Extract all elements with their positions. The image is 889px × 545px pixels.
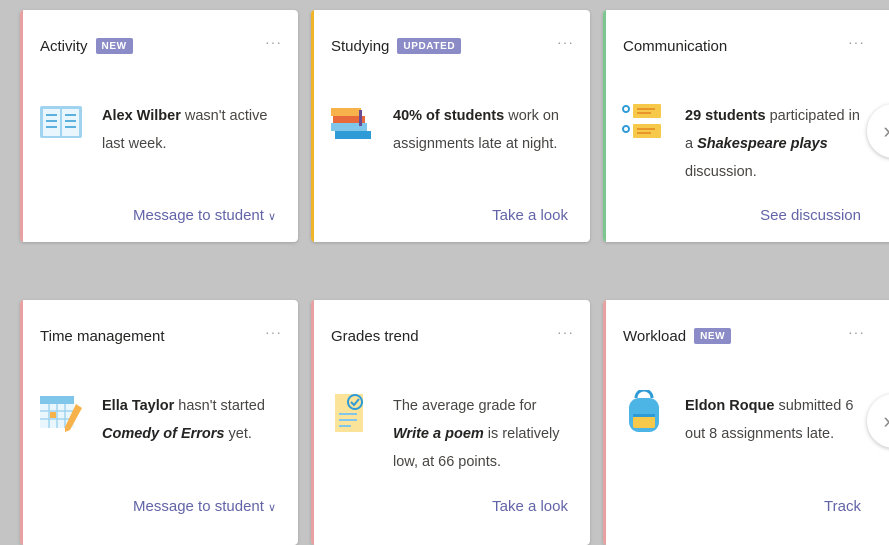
card-accent-bar (20, 300, 23, 545)
graded-paper-icon (335, 394, 363, 432)
card-accent-bar (603, 300, 606, 545)
card-accent-bar (20, 10, 23, 242)
message-to-student-link[interactable]: Message to student ∨ (133, 498, 276, 515)
card-title: Workload NEW (623, 328, 732, 345)
insight-text: 40% of students work on assignments late… (393, 108, 559, 152)
book-icon (40, 106, 82, 138)
insight-text: Eldon Roque submitted 6 out 8 assignment… (685, 398, 854, 442)
grades-trend-card[interactable]: Grades trend ··· The average grade for W… (311, 300, 590, 545)
card-title: Activity NEW (40, 38, 133, 55)
track-link[interactable]: Track (824, 498, 861, 515)
discussion-icon (622, 104, 661, 138)
card-title: Grades trend (331, 328, 419, 345)
insights-row-2: Time management ··· Ella Taylor hasn't s… (0, 292, 889, 545)
take-a-look-link[interactable]: Take a look (492, 498, 568, 515)
chevron-down-icon: ∨ (267, 211, 276, 223)
take-a-look-link[interactable]: Take a look (492, 207, 568, 224)
insight-text: Alex Wilber wasn't active last week. (102, 108, 268, 152)
more-options-icon[interactable]: ··· (265, 324, 282, 340)
card-accent-bar (311, 10, 314, 242)
scroll-right-button[interactable]: › (867, 104, 889, 158)
communication-card[interactable]: Communication ··· 29 students participat… (603, 10, 889, 242)
insight-text: Ella Taylor hasn't started Comedy of Err… (102, 398, 265, 442)
more-options-icon[interactable]: ··· (848, 324, 865, 340)
message-to-student-link[interactable]: Message to student ∨ (133, 207, 276, 224)
backpack-icon (629, 390, 659, 432)
insight-text: The average grade for Write a poem is re… (393, 398, 560, 470)
workload-card[interactable]: Workload NEW ··· Eldon Roque submitted 6 … (603, 300, 889, 545)
updated-badge: UPDATED (397, 38, 462, 54)
scroll-right-button[interactable]: › (867, 394, 889, 448)
more-options-icon[interactable]: ··· (557, 324, 574, 340)
more-options-icon[interactable]: ··· (265, 34, 282, 50)
card-accent-bar (603, 10, 606, 242)
more-options-icon[interactable]: ··· (848, 34, 865, 50)
books-stack-icon (331, 108, 371, 139)
see-discussion-link[interactable]: See discussion (760, 207, 861, 224)
more-options-icon[interactable]: ··· (557, 34, 574, 50)
new-badge: NEW (95, 38, 133, 54)
chevron-down-icon: ∨ (267, 502, 276, 514)
activity-card[interactable]: Activity NEW ··· Alex Wilber wasn't activ… (20, 10, 298, 242)
card-title: Time management (40, 328, 165, 345)
card-title: Communication (623, 38, 728, 55)
calendar-icon (40, 396, 82, 432)
insight-text: 29 students participated in a Shakespear… (685, 108, 860, 180)
studying-card[interactable]: Studying UPDATED ··· 40% of students work… (311, 10, 590, 242)
card-title: Studying UPDATED (331, 38, 462, 55)
insights-row-1: Activity NEW ··· Alex Wilber wasn't activ… (0, 0, 889, 242)
time-management-card[interactable]: Time management ··· Ella Taylor hasn't s… (20, 300, 298, 545)
new-badge: NEW (694, 328, 732, 344)
card-accent-bar (311, 300, 314, 545)
